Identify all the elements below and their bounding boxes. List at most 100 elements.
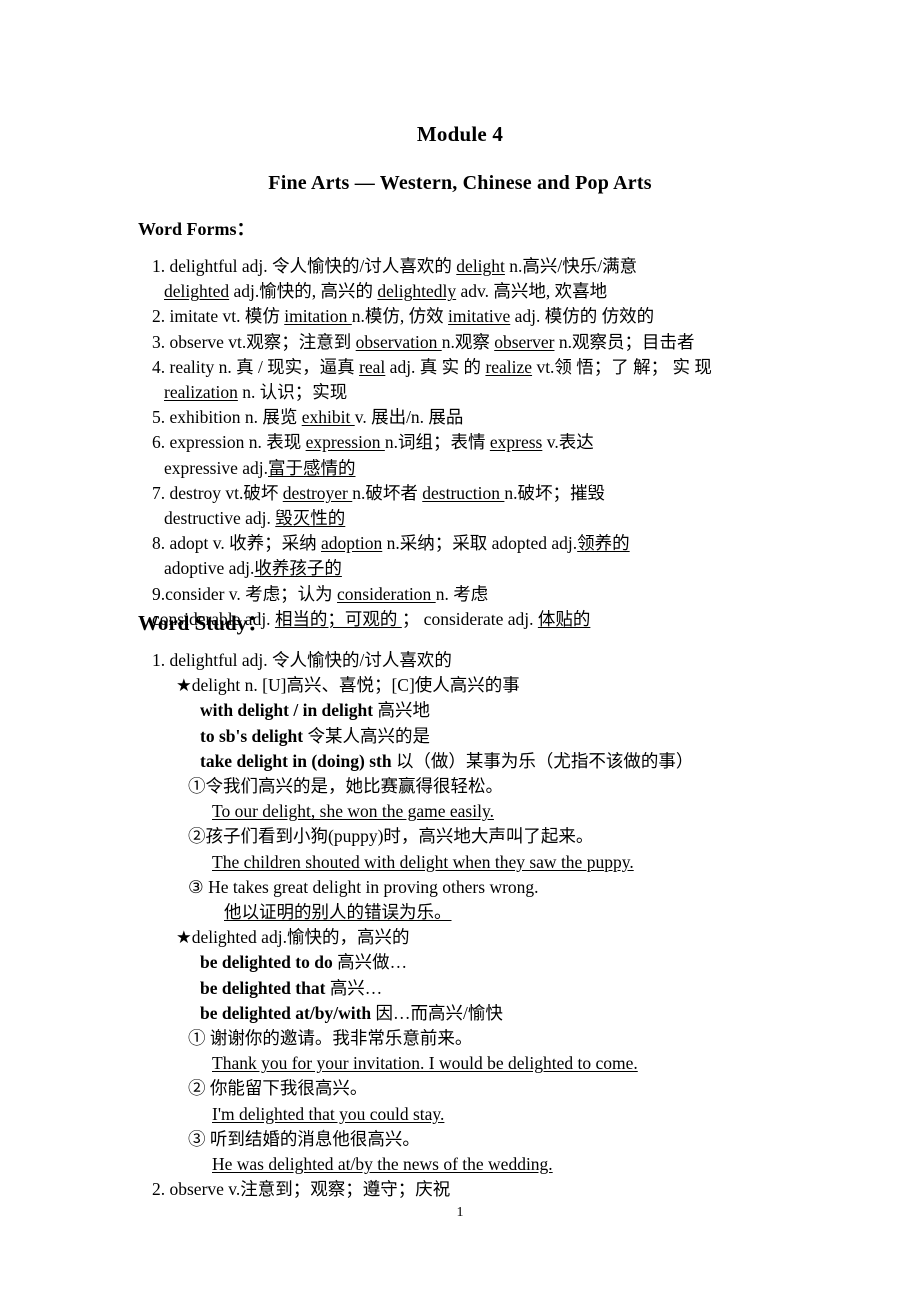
underlined-text: 他以证明的别人的错误为乐。 [224, 902, 452, 923]
plain-text: 8. adopt v. 收养；采纳 [152, 533, 321, 554]
plain-text: n.观察员；目击者 [554, 331, 695, 352]
underlined-text: destruction [422, 482, 505, 503]
underlined-text: consideration [337, 583, 436, 604]
text-line: ② 你能留下我很高兴。 [138, 1076, 838, 1101]
plain-text: 高兴… [325, 977, 383, 998]
plain-text: ②孩子们看到小狗(puppy)时，高兴地大声叫了起来。 [188, 826, 594, 847]
underlined-text: 收养孩子的 [254, 558, 342, 579]
text-line: 1. delightful adj. 令人愉快的/讨人喜欢的 [138, 648, 838, 673]
text-line: ★delight n. [U]高兴、喜悦；[C]使人高兴的事 [138, 673, 838, 698]
text-line: To our delight, she won the game easily. [138, 799, 838, 824]
text-line: destructive adj. 毁灭性的 [138, 506, 838, 531]
text-line: 5. exhibition n. 展览 exhibit v. 展出/n. 展品 [138, 405, 838, 430]
plain-text: 6. expression n. 表现 [152, 432, 306, 453]
underlined-text: real [359, 356, 386, 377]
text-line: ③ He takes great delight in proving othe… [138, 875, 838, 900]
text-line: 2. imitate vt. 模仿 imitation n.模仿, 仿效 imi… [138, 304, 838, 329]
plain-text: adv. 高兴地, 欢喜地 [456, 281, 608, 302]
section-heading-word-study: Word Study： [138, 611, 269, 635]
plain-text: 1. delightful adj. 令人愉快的/讨人喜欢的 [152, 650, 452, 670]
page-number: 1 [456, 1205, 464, 1220]
bold-text: take delight in (doing) sth [200, 750, 392, 771]
underlined-text: 毁灭性的 [275, 508, 346, 529]
plain-text: adj. 模仿的 仿效的 [510, 306, 655, 327]
plain-text: 2. observe v.注意到；观察；遵守；庆祝 [152, 1179, 451, 1200]
word-study-body: 1. delightful adj. 令人愉快的/讨人喜欢的 ★delight n… [138, 648, 838, 1202]
text-line: expressive adj.富于感情的 [138, 456, 838, 481]
text-line: 9.consider v. 考虑；认为 consideration n. 考虑 [138, 582, 838, 607]
document-page: Module 4 Fine Arts — Western, Chinese an… [0, 0, 920, 1302]
underlined-text: realize [485, 356, 533, 377]
text-line: 3. observe vt.观察；注意到 observation n.观察 ob… [138, 330, 838, 355]
plain-text: ② 你能留下我很高兴。 [188, 1078, 368, 1099]
plain-text: 9.consider v. 考虑；认为 [152, 583, 338, 604]
text-line: 6. expression n. 表现 expression n.词组；表情 e… [138, 430, 838, 455]
text-line: 他以证明的别人的错误为乐。 [138, 900, 838, 925]
plain-text: vt.领 悟；了 解； 实 现 [532, 356, 712, 377]
plain-text: n. 认识；实现 [237, 382, 348, 403]
plain-text: n.词组；表情 [384, 432, 490, 453]
underlined-text: realization [164, 382, 238, 403]
text-line: ③ 听到结婚的消息他很高兴。 [138, 1127, 838, 1152]
plain-text: 令某人高兴的是 [303, 725, 430, 746]
underlined-text: destroyer [282, 482, 353, 503]
plain-text: ①令我们高兴的是，她比赛赢得很轻松。 [188, 776, 503, 797]
text-line: ① 谢谢你的邀请。我非常乐意前来。 [138, 1026, 838, 1051]
plain-text: adj.愉快的, 高兴的 [229, 281, 378, 302]
underlined-text: expression [305, 432, 385, 453]
underlined-text: exhibit [301, 407, 355, 428]
text-line: ①令我们高兴的是，她比赛赢得很轻松。 [138, 774, 838, 799]
text-line: realization n. 认识；实现 [138, 380, 838, 405]
text-line: The children shouted with delight when t… [138, 850, 838, 875]
bold-text: be delighted to do [200, 952, 333, 973]
text-line: 1. delightful adj. 令人愉快的/讨人喜欢的 delight n… [138, 254, 838, 279]
section-heading-word-forms: Word Forms： [138, 219, 255, 239]
plain-text: n. 考虑 [435, 583, 489, 604]
plain-text: n.观察 [441, 331, 495, 352]
bold-text: to sb's delight [200, 725, 304, 746]
plain-text: n.破坏者 [352, 482, 423, 503]
page-title: Module 4 [416, 122, 504, 146]
text-line: ★delighted adj.愉快的，高兴的 [138, 925, 838, 950]
underlined-text: 富于感情的 [268, 457, 356, 478]
underlined-text: Thank you for your invitation. I would b… [212, 1053, 638, 1074]
plain-text: v. 展出/n. 展品 [354, 407, 464, 428]
text-line: He was delighted at/by the news of the w… [138, 1152, 838, 1177]
plain-text: 1. delightful adj. 令人愉快的/讨人喜欢的 [152, 256, 452, 276]
text-line: 7. destroy vt.破坏 destroyer n.破坏者 destruc… [138, 481, 838, 506]
underlined-text: He was delighted at/by the news of the w… [212, 1154, 553, 1175]
text-line: be delighted to do 高兴做… [138, 950, 838, 975]
plain-text: 7. destroy vt.破坏 [152, 482, 283, 503]
text-line: 4. reality n. 真 / 现实，逼真 real adj. 真 实 的 … [138, 355, 838, 380]
text-line: ②孩子们看到小狗(puppy)时，高兴地大声叫了起来。 [138, 824, 838, 849]
plain-text: n.模仿, 仿效 [351, 306, 449, 327]
text-line: take delight in (doing) sth 以（做）某事为乐（尤指不… [138, 749, 838, 774]
plain-text: 因…而高兴/愉快 [371, 1002, 503, 1023]
plain-text: adj. 真 实 的 [385, 356, 486, 377]
plain-text: expressive adj. [164, 457, 268, 478]
underlined-text: To our delight, she won the game easily. [212, 801, 494, 822]
underlined-text: adoption [321, 533, 383, 554]
plain-text: ； considerate adj. [401, 608, 538, 629]
plain-text: 4. reality n. 真 / 现实，逼真 [152, 356, 360, 377]
bold-text: be delighted that [200, 977, 326, 998]
underlined-text: delight [456, 256, 505, 276]
underlined-text: imitative [448, 306, 511, 327]
plain-text: 高兴做… [332, 952, 408, 973]
underlined-text: 体贴的 [537, 608, 591, 629]
plain-text: n.高兴/快乐/满意 [504, 256, 638, 276]
plain-text: ★delighted adj.愉快的，高兴的 [176, 927, 410, 948]
plain-text: destructive adj. [164, 508, 276, 529]
bold-text: be delighted at/by/with [200, 1002, 372, 1023]
bold-text: with delight / in delight [200, 700, 374, 721]
plain-text: 5. exhibition n. 展览 [152, 407, 302, 428]
plain-text: n.采纳；采取 adopted adj. [382, 533, 578, 554]
plain-text: n.破坏；摧毁 [504, 482, 606, 503]
text-line: be delighted that 高兴… [138, 976, 838, 1001]
plain-text: 高兴地 [373, 700, 430, 721]
underlined-text: observer [494, 331, 555, 352]
underlined-text: I'm delighted that you could stay. [212, 1103, 445, 1124]
text-line: 8. adopt v. 收养；采纳 adoption n.采纳；采取 adopt… [138, 531, 838, 556]
underlined-text: 相当的；可观的 [274, 608, 402, 629]
text-line: to sb's delight 令某人高兴的是 [138, 724, 838, 749]
